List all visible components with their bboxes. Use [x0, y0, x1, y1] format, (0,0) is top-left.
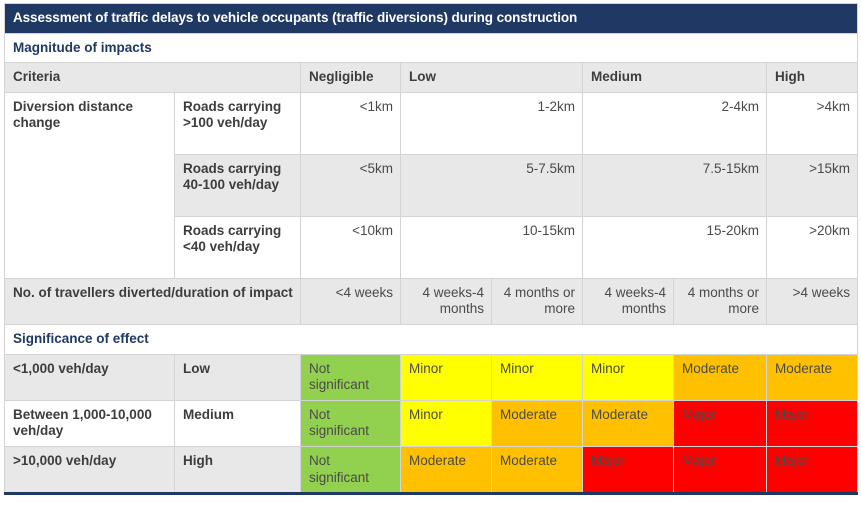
table-row: Diversion distance change Roads carrying… [4, 91, 859, 279]
value-negligible: <1km [300, 91, 401, 155]
criteria-sublabel: Roads carrying <40 veh/day [174, 215, 301, 279]
significance-cell: Not significant [300, 353, 401, 401]
value-medium: 7.5-15km [582, 153, 767, 217]
value-low: 5-7.5km [400, 153, 583, 217]
column-header-row: Criteria Negligible Low Medium High [4, 62, 859, 93]
column-header-criteria: Criteria [4, 62, 301, 93]
value-high: >20km [765, 215, 859, 279]
table-row: Between 1,000-10,000 veh/day Medium Not … [4, 399, 859, 447]
traffic-band-label: <1,000 veh/day [4, 353, 175, 401]
criteria-sublabel: Roads carrying 40-100 veh/day [174, 153, 301, 217]
title-row: Assessment of traffic delays to vehicle … [3, 3, 859, 34]
assessment-matrix-container: Assessment of traffic delays to vehicle … [0, 0, 861, 496]
value-medium-b: 4 months or more [673, 277, 767, 325]
criteria-label-travellers: No. of travellers diverted/duration of i… [4, 277, 301, 325]
significance-section-row: Significance of effect [3, 323, 859, 355]
value-high: >4 weeks [765, 277, 859, 325]
value-low: 10-15km [400, 215, 583, 279]
significance-cell: Minor [582, 353, 674, 401]
section-header-magnitude: Magnitude of impacts [3, 32, 859, 64]
criteria-sublabel: Roads carrying >100 veh/day [174, 91, 301, 155]
column-header-low: Low [400, 62, 583, 93]
significance-cell: Not significant [300, 399, 401, 447]
significance-cell: Moderate [673, 353, 767, 401]
sensitivity-label: Medium [174, 399, 301, 447]
value-negligible: <5km [300, 153, 401, 217]
value-low-b: 4 months or more [491, 277, 583, 325]
sensitivity-label: High [174, 445, 301, 496]
significance-cell: Minor [491, 353, 583, 401]
significance-cell: Major [765, 399, 859, 447]
column-header-medium: Medium [582, 62, 767, 93]
value-medium-a: 4 weeks-4 months [582, 277, 674, 325]
value-low-a: 4 weeks-4 months [400, 277, 492, 325]
significance-cell: Moderate [400, 445, 492, 496]
value-low: 1-2km [400, 91, 583, 155]
value-negligible: <10km [300, 215, 401, 279]
significance-cell: Major [673, 399, 767, 447]
significance-cell: Moderate [582, 399, 674, 447]
table-row: No. of travellers diverted/duration of i… [4, 277, 859, 325]
significance-cell: Major [673, 445, 767, 496]
value-high: >15km [765, 153, 859, 217]
significance-cell: Minor [400, 353, 492, 401]
value-negligible: <4 weeks [300, 277, 401, 325]
significance-cell: Moderate [491, 399, 583, 447]
table-row: <1,000 veh/day Low Not significant Minor… [4, 353, 859, 401]
significance-cell: Moderate [765, 353, 859, 401]
assessment-matrix-table: Assessment of traffic delays to vehicle … [3, 3, 859, 496]
traffic-band-label: Between 1,000-10,000 veh/day [4, 399, 175, 447]
traffic-band-label: >10,000 veh/day [4, 445, 175, 496]
column-header-high: High [765, 62, 859, 93]
column-header-negligible: Negligible [300, 62, 401, 93]
significance-cell: Major [582, 445, 674, 496]
magnitude-section-row: Magnitude of impacts [3, 32, 859, 64]
significance-cell: Minor [400, 399, 492, 447]
significance-cell: Not significant [300, 445, 401, 496]
section-header-significance: Significance of effect [3, 323, 859, 355]
table-row: >10,000 veh/day High Not significant Mod… [4, 445, 859, 496]
significance-cell: Major [765, 445, 859, 496]
value-medium: 2-4km [582, 91, 767, 155]
value-medium: 15-20km [582, 215, 767, 279]
sensitivity-label: Low [174, 353, 301, 401]
significance-cell: Moderate [491, 445, 583, 496]
value-high: >4km [765, 91, 859, 155]
criteria-label-diversion-distance: Diversion distance change [4, 91, 175, 279]
table-title: Assessment of traffic delays to vehicle … [3, 3, 859, 34]
